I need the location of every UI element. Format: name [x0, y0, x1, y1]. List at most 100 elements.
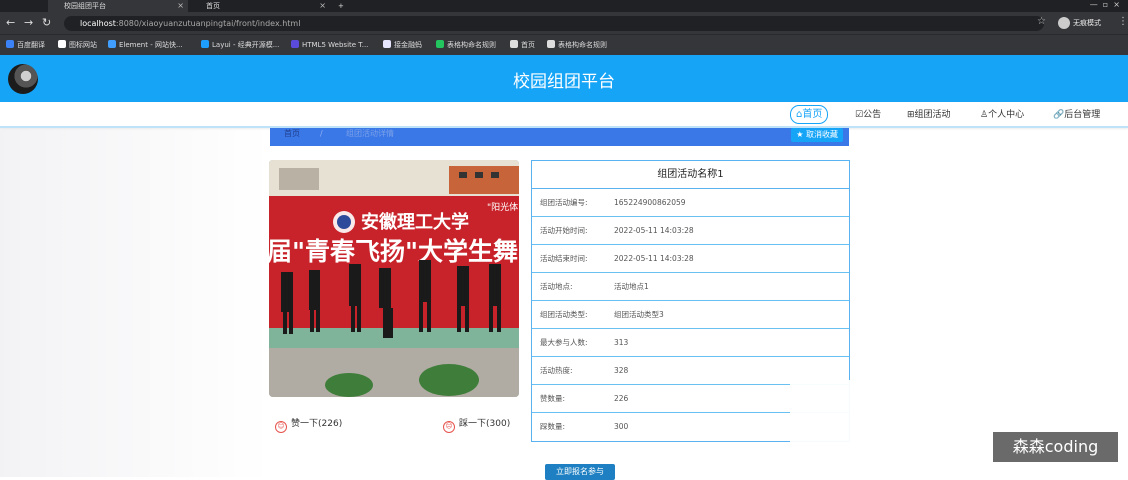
nav-item-notice[interactable]: ☑公告	[855, 107, 881, 123]
bookmark-item[interactable]: 图标网站	[58, 35, 97, 55]
detail-value: 313	[614, 338, 629, 347]
bookmark-label: 表格构命名规则	[558, 41, 607, 49]
bookmark-label: Layui - 经典开源模...	[212, 41, 280, 49]
detail-row: 活动开始时间: 2022-05-11 14:03:28	[532, 217, 849, 245]
bookmarks-bar: 百度翻译 图标网站 Element - 网站快... Layui - 经典开源模...…	[0, 34, 1128, 55]
bookmark-favicon-icon	[510, 40, 518, 48]
photo-school-text: 安徽理工大学	[361, 211, 469, 233]
activity-photo: 安徽理工大学 "阳光体 届"青春飞扬"大学生舞	[269, 160, 519, 397]
more-menu-icon[interactable]: ⋮	[1118, 16, 1128, 27]
link-icon: 🔗	[1053, 110, 1065, 120]
detail-value: 1652249008620​59	[614, 198, 686, 207]
bookmark-label: 接金融蚂	[394, 41, 422, 49]
bookmark-item[interactable]: 表格构命名规则	[436, 35, 496, 55]
bookmark-favicon-icon	[383, 40, 391, 48]
breadcrumb-separator: /	[320, 129, 323, 138]
detail-value: 2022-05-11 14:03:28	[614, 254, 694, 263]
close-tab-icon[interactable]: ×	[177, 0, 184, 12]
notice-icon: ☑	[855, 110, 864, 120]
photo-corner-text: "阳光体	[487, 201, 518, 213]
main-nav: ⌂首页 ☑公告 ⊞组团活动 ♙个人中心 🔗后台管理	[0, 102, 1128, 128]
bookmark-favicon-icon	[201, 40, 209, 48]
detail-row: 最大参与人数: 313	[532, 329, 849, 357]
url-path: :8080/xiaoyuanzutuanpingtai/front/index.…	[115, 19, 301, 28]
detail-value: 活动地点1	[614, 282, 649, 291]
new-tab-button[interactable]: +	[334, 0, 354, 12]
nav-label: 后台管理	[1064, 110, 1101, 120]
bookmark-favicon-icon	[58, 40, 66, 48]
nav-label: 公告	[863, 110, 882, 120]
reload-icon[interactable]: ↻	[42, 16, 51, 30]
address-bar-row: ← → ↻ localhost:8080/xiaoyuanzutuanpingt…	[0, 12, 1128, 34]
bookmark-favicon-icon	[547, 40, 555, 48]
bookmark-item[interactable]: HTML5 Website T...	[291, 35, 368, 55]
bookmark-label: 百度翻译	[17, 41, 45, 49]
detail-key: 活动热度:	[540, 366, 573, 375]
site-header: 校园组团平台	[0, 55, 1128, 102]
nav-item-admin[interactable]: 🔗后台管理	[1053, 107, 1100, 123]
nav-label: 首页	[802, 109, 823, 120]
window-controls[interactable]: — ▫ ×	[1090, 0, 1120, 10]
forward-icon[interactable]: →	[24, 16, 33, 30]
incognito-profile[interactable]: 无痕模式	[1058, 16, 1101, 30]
detail-key: 活动开始时间:	[540, 226, 588, 235]
bookmark-item[interactable]: 百度翻译	[6, 35, 45, 55]
bookmark-item[interactable]: Layui - 经典开源模...	[201, 35, 279, 55]
bookmark-label: HTML5 Website T...	[302, 41, 369, 49]
breadcrumb-current: 组团活动详情	[346, 129, 394, 138]
screen-glare-bottom	[790, 380, 1128, 477]
detail-row: 组团活动编号: 1652249008620​59	[532, 189, 849, 217]
bookmark-item[interactable]: 接金融蚂	[383, 35, 422, 55]
nav-item-home[interactable]: ⌂首页	[790, 105, 829, 124]
bookmark-favicon-icon	[436, 40, 444, 48]
bookmark-favicon-icon	[6, 40, 14, 48]
tab-label: 首页	[206, 2, 220, 10]
bookmark-favicon-icon	[108, 40, 116, 48]
breadcrumb-home[interactable]: 首页	[284, 128, 300, 140]
bookmark-star-icon[interactable]: ☆	[1037, 16, 1046, 27]
detail-key: 组团活动编号:	[540, 198, 588, 207]
browser-tab-bar: 校园组团平台 × 首页 × + — ▫ ×	[0, 0, 1128, 12]
video-watermark: 森森coding	[993, 432, 1118, 462]
bookmark-label: 首页	[521, 41, 535, 49]
back-icon[interactable]: ←	[6, 16, 15, 30]
bookmark-label: Element - 网站快...	[119, 41, 183, 49]
detail-value: 226	[614, 394, 629, 403]
tab-home[interactable]: 首页 ×	[190, 0, 330, 12]
cancel-favorite-button[interactable]: ★ 取消收藏	[791, 128, 843, 142]
detail-key: 组团活动类型:	[540, 310, 588, 319]
nav-item-activities[interactable]: ⊞组团活动	[907, 107, 951, 123]
url-field[interactable]: localhost:8080/xiaoyuanzutuanpingtai/fro…	[64, 16, 1044, 31]
detail-key: 活动地点:	[540, 282, 573, 291]
close-tab-icon[interactable]: ×	[319, 0, 326, 12]
bookmark-item[interactable]: Element - 网站快...	[108, 35, 183, 55]
bookmark-label: 图标网站	[69, 41, 97, 49]
detail-key: 活动结束时间:	[540, 254, 588, 263]
like-label: 赞一下(226)	[291, 419, 343, 429]
bookmark-item[interactable]: 表格构命名规则	[547, 35, 607, 55]
nav-item-profile[interactable]: ♙个人中心	[980, 107, 1024, 123]
activity-icon: ⊞	[907, 110, 915, 120]
bookmark-label: 表格构命名规则	[447, 41, 496, 49]
detail-value: 组团活动类型3	[614, 310, 664, 319]
detail-key: 最大参与人数:	[540, 338, 588, 347]
detail-key: 赞数量:	[540, 394, 566, 403]
tab-active[interactable]: 校园组团平台 ×	[48, 0, 188, 12]
join-activity-button[interactable]: 立即报名参与	[545, 464, 615, 480]
avatar	[1058, 17, 1070, 29]
like-button[interactable]: ☺ 赞一下(226)	[275, 417, 342, 433]
detail-key: 踩数量:	[540, 422, 566, 431]
bookmark-item[interactable]: 首页	[510, 35, 535, 55]
detail-value: 300	[614, 422, 629, 431]
photo-banner-text: 届"青春飞扬"大学生舞	[269, 237, 518, 266]
smiley-icon: ☺	[275, 421, 287, 433]
nav-label: 组团活动	[914, 110, 951, 120]
detail-value: 2022-05-11 14:03:28	[614, 226, 694, 235]
dislike-button[interactable]: ☹ 踩一下(300)	[443, 417, 510, 433]
detail-row: 活动地点: 活动地点1	[532, 273, 849, 301]
dislike-label: 踩一下(300)	[459, 419, 511, 429]
user-icon: ♙	[980, 110, 989, 120]
site-title: 校园组团平台	[513, 72, 615, 92]
detail-row: 组团活动类型: 组团活动类型3	[532, 301, 849, 329]
activity-title: 组团活动名称1	[532, 161, 849, 189]
